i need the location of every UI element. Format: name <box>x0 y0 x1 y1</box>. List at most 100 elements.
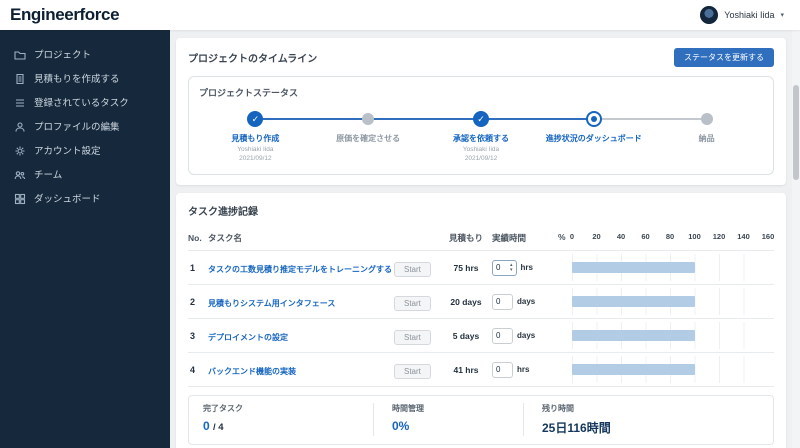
axis-tick: 60 <box>641 232 649 241</box>
start-button[interactable]: Start <box>394 330 431 345</box>
chevron-down-icon: ▾ <box>780 11 784 19</box>
step-user: Yoshiaki Iida <box>463 146 499 153</box>
task-estimate: 41 hrs <box>440 365 492 375</box>
time-management: 時間管理 0% <box>373 403 523 436</box>
sidebar-item-label: 登録されているタスク <box>34 95 129 109</box>
step-date: 2021/09/12 <box>239 155 272 162</box>
user-avatar-icon <box>700 6 718 24</box>
task-progress-title: タスク進捗記録 <box>188 203 774 218</box>
logo-part2: force <box>80 5 120 24</box>
actual-time-input[interactable] <box>496 331 509 340</box>
percent-axis-label: % <box>558 232 566 242</box>
step-date: 2021/09/12 <box>465 155 498 162</box>
completed-tasks-label: 完了タスク <box>203 403 373 414</box>
axis-tick: 160 <box>762 232 775 241</box>
task-link[interactable]: タスクの工数見積り推定モデルをトレーニングする <box>208 265 392 274</box>
sidebar-item-label: アカウント設定 <box>34 143 101 157</box>
status-title: プロジェクトステータス <box>199 86 763 99</box>
sidebar-item-team[interactable]: チーム <box>0 162 170 186</box>
actual-time-box <box>492 362 513 378</box>
remaining-time-value: 25日116時間 <box>542 419 759 436</box>
task-estimate: 20 days <box>440 297 492 307</box>
start-button[interactable]: Start <box>394 364 431 379</box>
task-link[interactable]: デプロイメントの設定 <box>208 333 288 342</box>
sidebar-item-create-estimate[interactable]: 見積もりを作成する <box>0 66 170 90</box>
folder-icon <box>14 48 26 60</box>
user-name: Yoshiaki Iida <box>724 10 774 20</box>
step-label: 進捗状況のダッシュボード <box>546 133 642 144</box>
logo-part1: Engineer <box>10 5 80 24</box>
chart-axis: % 0 20 40 60 80 100 120 140 160 <box>556 232 774 244</box>
actual-time-input[interactable] <box>496 297 509 306</box>
current-step-icon <box>586 111 602 127</box>
remaining-time-label: 残り時間 <box>542 403 759 414</box>
actual-time-box: ▴▾ <box>492 260 517 276</box>
task-row: 3 デプロイメントの設定 Start 5 days days <box>188 318 774 352</box>
start-button[interactable]: Start <box>394 296 431 311</box>
actual-time-input[interactable] <box>496 263 509 272</box>
col-no: No. <box>188 233 208 243</box>
sidebar-item-account-settings[interactable]: アカウント設定 <box>0 138 170 162</box>
gear-icon <box>14 144 26 156</box>
sidebar-item-registered-tasks[interactable]: 登録されているタスク <box>0 90 170 114</box>
task-row: 2 見積もりシステム用インタフェース Start 20 days days <box>188 284 774 318</box>
scrollbar-thumb[interactable] <box>793 85 799 180</box>
project-status-panel: プロジェクトステータス ✓ 見積もり作成 Yoshiaki Iida 2021/… <box>188 76 774 175</box>
sidebar-item-label: ダッシュボード <box>34 191 101 205</box>
timeline-card: プロジェクトのタイムライン ステータスを更新する プロジェクトステータス ✓ 見… <box>176 38 786 185</box>
task-no: 1 <box>188 263 208 273</box>
axis-tick: 80 <box>666 232 674 241</box>
start-button[interactable]: Start <box>394 262 431 277</box>
actual-time-input[interactable] <box>496 365 509 374</box>
app-logo: Engineerforce <box>10 5 119 25</box>
task-progress-card: タスク進捗記録 No. タスク名 見積もり 実績時間 % 0 20 40 60 … <box>176 193 786 448</box>
axis-tick: 140 <box>737 232 750 241</box>
task-link[interactable]: 見積もりシステム用インタフェース <box>208 299 335 308</box>
pending-dot-icon <box>362 113 374 125</box>
pending-dot-icon <box>701 113 713 125</box>
timeline-title: プロジェクトのタイムライン <box>188 50 317 65</box>
dashboard-icon <box>14 192 26 204</box>
axis-tick: 120 <box>713 232 726 241</box>
team-icon <box>14 168 26 180</box>
estimate-bar <box>572 262 695 273</box>
document-icon <box>14 72 26 84</box>
step-label: 納品 <box>699 133 715 144</box>
actual-time-unit: days <box>517 297 535 306</box>
actual-time-unit: days <box>517 331 535 340</box>
task-no: 2 <box>188 297 208 307</box>
step-label: 見積もり作成 <box>231 133 279 144</box>
axis-tick: 0 <box>570 232 574 241</box>
sidebar-item-projects[interactable]: プロジェクト <box>0 42 170 66</box>
user-menu[interactable]: Yoshiaki Iida ▾ <box>700 6 784 24</box>
task-link[interactable]: バックエンド機能の実装 <box>208 367 296 376</box>
task-row: 4 バックエンド機能の実装 Start 41 hrs hrs <box>188 352 774 386</box>
sidebar-item-edit-profile[interactable]: プロファイルの編集 <box>0 114 170 138</box>
actual-time-box <box>492 294 513 310</box>
scrollbar-track[interactable] <box>792 30 800 448</box>
sidebar-item-label: プロファイルの編集 <box>34 119 120 133</box>
actual-time-unit: hrs <box>517 365 529 374</box>
main-content: プロジェクトのタイムライン ステータスを更新する プロジェクトステータス ✓ 見… <box>170 30 792 448</box>
sidebar-item-label: 見積もりを作成する <box>34 71 120 85</box>
tasks-icon <box>14 96 26 108</box>
task-estimate: 75 hrs <box>440 263 492 273</box>
col-estimate: 見積もり <box>440 232 492 244</box>
task-no: 3 <box>188 331 208 341</box>
completed-tasks: 完了タスク 0 / 4 <box>203 403 373 436</box>
estimate-bar <box>572 330 695 341</box>
axis-tick: 100 <box>688 232 701 241</box>
sidebar-item-label: プロジェクト <box>34 47 91 61</box>
sidebar-item-label: チーム <box>34 167 62 181</box>
update-status-button[interactable]: ステータスを更新する <box>674 48 774 67</box>
step-delivery: 納品 <box>650 111 763 162</box>
user-icon <box>14 120 26 132</box>
stepper-arrows-icon[interactable]: ▴▾ <box>510 263 513 272</box>
completed-tasks-total: / 4 <box>213 422 224 433</box>
step-label: 承認を依頼する <box>453 133 509 144</box>
step-label: 原価を確定させる <box>336 133 400 144</box>
completed-tasks-value: 0 <box>203 419 210 433</box>
estimate-bar <box>572 364 695 375</box>
sidebar-item-dashboard[interactable]: ダッシュボード <box>0 186 170 210</box>
time-management-value: 0% <box>392 419 523 433</box>
